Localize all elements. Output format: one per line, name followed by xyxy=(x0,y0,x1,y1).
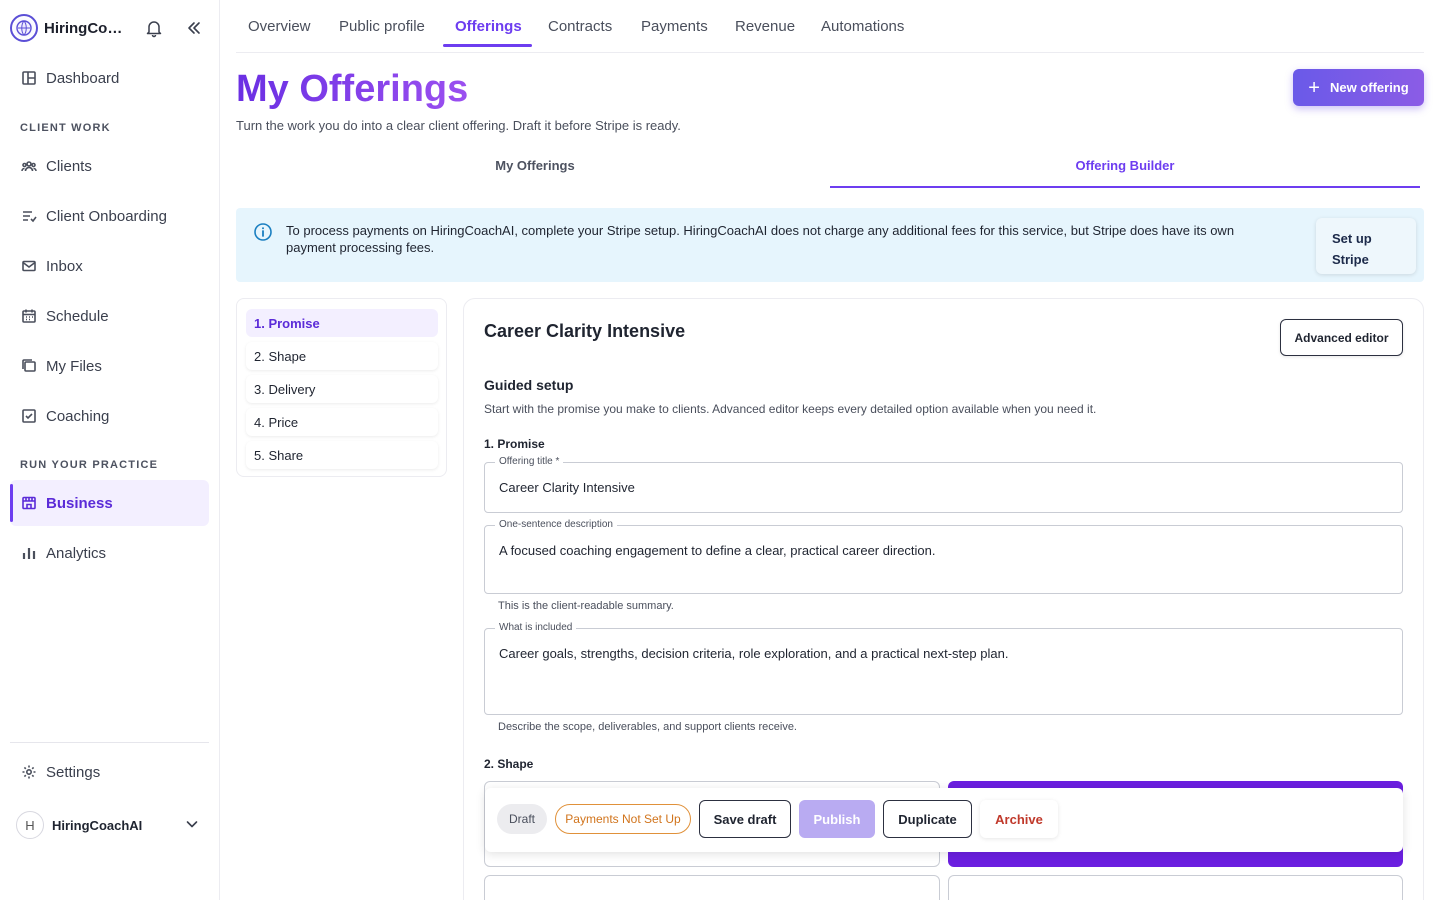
brand-logo-icon xyxy=(10,14,38,42)
stripe-banner: To process payments on HiringCoachAI, co… xyxy=(236,208,1424,282)
section-label-client-work: CLIENT WORK xyxy=(20,122,111,134)
sidebar-item-inbox[interactable]: Inbox xyxy=(10,243,209,289)
new-offering-label: New offering xyxy=(1329,80,1409,95)
subtab-indicator xyxy=(830,186,1420,188)
page-title: My Offerings xyxy=(236,68,469,110)
tab-automations[interactable]: Automations xyxy=(821,18,904,35)
sidebar-item-coaching[interactable]: Coaching xyxy=(10,393,209,439)
advanced-editor-button[interactable]: Advanced editor xyxy=(1280,319,1403,356)
onboarding-icon xyxy=(20,207,38,225)
sidebar-item-label: Schedule xyxy=(46,307,109,325)
top-tabs: Overview Public profile Offerings Contra… xyxy=(236,0,1424,53)
info-icon xyxy=(253,222,273,242)
step-delivery[interactable]: 3. Delivery xyxy=(246,375,438,403)
tab-offerings[interactable]: Offerings xyxy=(455,18,522,35)
step-promise[interactable]: 1. Promise xyxy=(246,309,438,337)
description-field[interactable]: One-sentence description A focused coach… xyxy=(484,519,1403,594)
sidebar-item-label: Dashboard xyxy=(46,69,120,87)
builder-steps: 1. Promise 2. Shape 3. Delivery 4. Price… xyxy=(236,298,447,477)
active-tab-indicator xyxy=(443,44,532,47)
tab-public-profile[interactable]: Public profile xyxy=(339,18,425,35)
sidebar-item-label: Coaching xyxy=(46,407,110,425)
calendar-icon xyxy=(20,307,38,325)
included-field[interactable]: What is included Career goals, strengths… xyxy=(484,622,1403,715)
sidebar-item-my-files[interactable]: My Files xyxy=(10,343,209,389)
sidebar-item-label: Clients xyxy=(46,157,92,175)
account-switcher[interactable]: H HiringCoachAI xyxy=(16,808,208,842)
bar-chart-icon xyxy=(20,544,38,562)
included-helper: Describe the scope, deliverables, and su… xyxy=(498,721,797,733)
guided-setup-title: Guided setup xyxy=(484,377,574,393)
publish-button[interactable]: Publish xyxy=(799,800,875,838)
offering-title-value: Career Clarity Intensive xyxy=(499,480,635,495)
tab-overview[interactable]: Overview xyxy=(248,18,311,35)
brand[interactable]: HiringCoachAI xyxy=(10,12,210,44)
description-helper: This is the client-readable summary. xyxy=(498,600,674,612)
sidebar-item-label: Inbox xyxy=(46,257,83,275)
inbox-icon xyxy=(20,257,38,275)
offering-title-field[interactable]: Offering title * Career Clarity Intensiv… xyxy=(484,456,1403,513)
promise-heading: 1. Promise xyxy=(484,437,545,451)
clients-icon xyxy=(20,157,38,175)
action-bar: Draft Payments Not Set Up Save draft Pub… xyxy=(485,788,1403,852)
sidebar-divider xyxy=(10,742,209,743)
sidebar: HiringCoachAI Dashboard CLIENT WORK Clie… xyxy=(0,0,220,900)
sidebar-item-label: Business xyxy=(46,494,113,512)
brand-name: HiringCoachAI xyxy=(44,19,130,37)
bell-icon[interactable] xyxy=(144,18,164,38)
gear-icon xyxy=(20,763,38,781)
offering-title: Career Clarity Intensive xyxy=(484,321,686,341)
subtab-my-offerings[interactable]: My Offerings xyxy=(240,158,830,173)
collapse-sidebar-icon[interactable] xyxy=(184,18,204,38)
dashboard-icon xyxy=(20,69,38,87)
sidebar-item-label: My Files xyxy=(46,357,102,375)
field-label: What is included xyxy=(495,622,577,633)
sidebar-item-clients[interactable]: Clients xyxy=(10,143,209,189)
field-label: One-sentence description xyxy=(495,519,617,530)
new-offering-button[interactable]: + New offering xyxy=(1293,69,1424,106)
sidebar-item-client-onboarding[interactable]: Client Onboarding xyxy=(10,193,209,239)
coaching-icon xyxy=(20,407,38,425)
banner-text: To process payments on HiringCoachAI, co… xyxy=(286,223,1235,255)
files-icon xyxy=(20,357,38,375)
shape-option-card[interactable] xyxy=(484,875,940,900)
chevron-down-icon xyxy=(184,816,200,832)
sidebar-item-business[interactable]: Business xyxy=(10,480,209,526)
included-value: Career goals, strengths, decision criter… xyxy=(499,646,1009,661)
sidebar-item-label: Analytics xyxy=(46,544,107,562)
setup-stripe-button[interactable]: Set up Stripe xyxy=(1316,218,1416,274)
sidebar-item-dashboard[interactable]: Dashboard xyxy=(10,55,209,101)
payment-status-badge: Payments Not Set Up xyxy=(555,804,691,834)
status-badge: Draft xyxy=(497,804,547,834)
step-price[interactable]: 4. Price xyxy=(246,408,438,436)
storefront-icon xyxy=(20,494,38,512)
shape-option-card[interactable] xyxy=(948,875,1403,900)
account-name: HiringCoachAI xyxy=(52,817,143,833)
shape-heading: 2. Shape xyxy=(484,757,534,771)
sidebar-item-label: Client Onboarding xyxy=(46,207,167,225)
avatar: H xyxy=(16,811,44,839)
page-subtitle: Turn the work you do into a clear client… xyxy=(236,118,681,133)
sidebar-item-label: Settings xyxy=(46,763,101,781)
tab-contracts[interactable]: Contracts xyxy=(548,18,612,35)
step-share[interactable]: 5. Share xyxy=(246,441,438,469)
duplicate-button[interactable]: Duplicate xyxy=(883,800,972,838)
plus-icon: + xyxy=(1308,76,1320,99)
subtab-offering-builder[interactable]: Offering Builder xyxy=(830,158,1420,173)
sidebar-item-schedule[interactable]: Schedule xyxy=(10,293,209,339)
description-value: A focused coaching engagement to define … xyxy=(499,543,936,558)
offering-builder-card: Career Clarity Intensive Advanced editor… xyxy=(463,298,1424,900)
section-label-run-practice: RUN YOUR PRACTICE xyxy=(20,459,159,471)
field-label: Offering title * xyxy=(495,456,564,467)
step-shape[interactable]: 2. Shape xyxy=(246,342,438,370)
archive-button[interactable]: Archive xyxy=(980,800,1058,838)
save-draft-button[interactable]: Save draft xyxy=(699,800,791,838)
sidebar-item-settings[interactable]: Settings xyxy=(10,749,209,795)
tab-revenue[interactable]: Revenue xyxy=(735,18,795,35)
guided-setup-description: Start with the promise you make to clien… xyxy=(484,402,1097,416)
tab-payments[interactable]: Payments xyxy=(641,18,708,35)
sidebar-item-analytics[interactable]: Analytics xyxy=(10,530,209,576)
